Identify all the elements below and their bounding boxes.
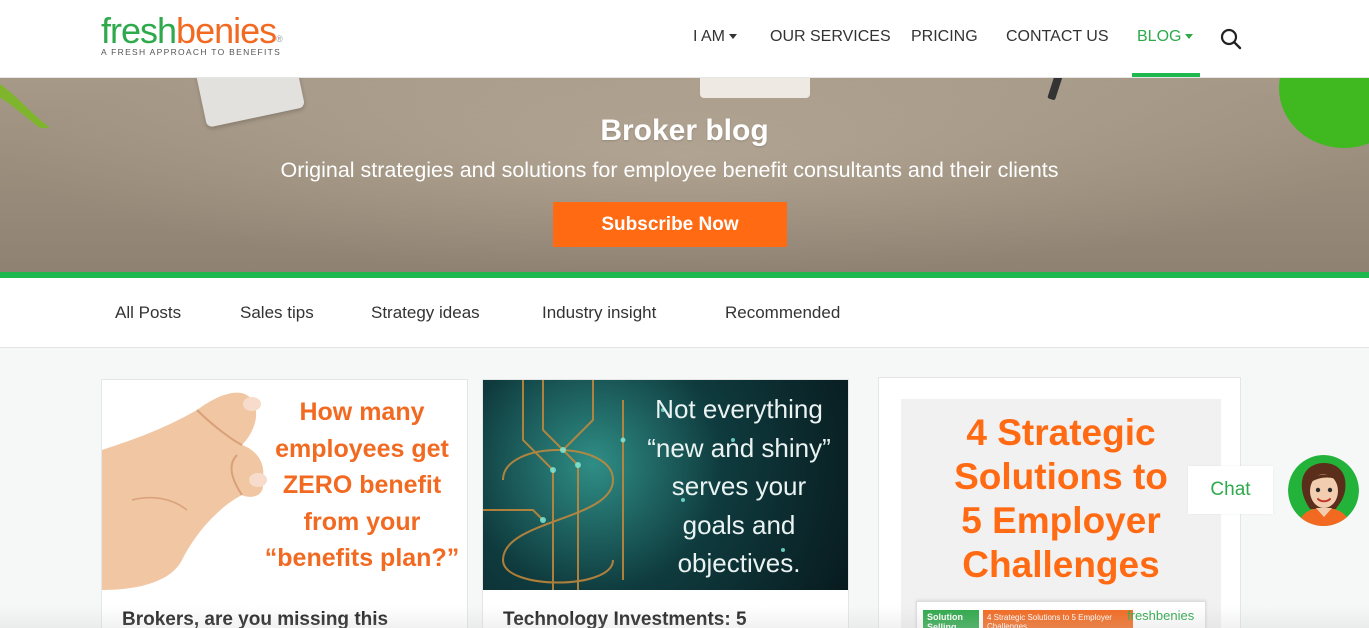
- tab-industry-insight[interactable]: Industry insight: [542, 303, 656, 323]
- ebook-cover-preview: Solution Selling 4 Strategic Solutions t…: [916, 601, 1206, 628]
- thumbnail-headline: How many employees get ZERO benefit from…: [264, 398, 460, 572]
- chat-agent-avatar[interactable]: [1288, 455, 1359, 526]
- post-thumbnail[interactable]: How many employees get ZERO benefit from…: [102, 380, 467, 590]
- post-card[interactable]: How many employees get ZERO benefit from…: [101, 379, 468, 628]
- nav-blog[interactable]: BLOG: [1137, 28, 1194, 46]
- tab-strategy-ideas[interactable]: Strategy ideas: [371, 303, 480, 323]
- nav-contact-us[interactable]: CONTACT US: [1006, 28, 1109, 46]
- post-title[interactable]: Brokers, are you missing this: [122, 609, 388, 628]
- hand-zero-gesture-image: [102, 392, 267, 590]
- notebook-decoration: [700, 78, 810, 98]
- logo-wordmark: freshbenies®: [101, 10, 283, 51]
- preview-logo: freshbenies: [1127, 608, 1195, 623]
- tab-sales-tips[interactable]: Sales tips: [240, 303, 314, 323]
- post-title[interactable]: Technology Investments: 5: [503, 609, 747, 628]
- promo-headline: 4 Strategic Solutions to 5 Employer Chal…: [954, 412, 1168, 585]
- post-card[interactable]: Not everything “new and shiny” serves yo…: [482, 379, 849, 628]
- hero-subtitle: Original strategies and solutions for em…: [280, 158, 1059, 182]
- caret-down-icon: [729, 34, 738, 40]
- hero-divider: [0, 272, 1369, 278]
- hero-title: Broker blog: [600, 114, 769, 147]
- logo-tagline: A FRESH APPROACH TO BENEFITS: [101, 47, 282, 57]
- preview-tag: Solution Selling: [923, 610, 979, 628]
- post-thumbnail[interactable]: Not everything “new and shiny” serves yo…: [483, 380, 848, 590]
- hero-banner: Broker blog Original strategies and solu…: [0, 78, 1369, 274]
- site-header: freshbenies® A FRESH APPROACH TO BENEFIT…: [0, 0, 1369, 78]
- caret-down-icon: [1185, 34, 1194, 40]
- promo-banner[interactable]: 4 Strategic Solutions to 5 Employer Chal…: [901, 399, 1221, 628]
- freshbenies-logo[interactable]: freshbenies® A FRESH APPROACH TO BENEFIT…: [101, 10, 283, 58]
- sidebar-promo-widget: 4 Strategic Solutions to 5 Employer Chal…: [878, 377, 1241, 628]
- nav-i-am[interactable]: I AM: [693, 28, 738, 46]
- nav-pricing[interactable]: PRICING: [911, 28, 978, 46]
- thumbnail-headline: Not everything “new and shiny” serves yo…: [647, 394, 831, 578]
- category-tabs: All Posts Sales tips Strategy ideas Indu…: [0, 278, 1369, 348]
- chat-button[interactable]: Chat: [1188, 466, 1273, 514]
- tab-all-posts[interactable]: All Posts: [115, 303, 181, 323]
- search-icon[interactable]: [1219, 27, 1243, 51]
- subscribe-button[interactable]: Subscribe Now: [553, 202, 787, 247]
- nav-active-indicator: [1132, 73, 1200, 77]
- preview-title: 4 Strategic Solutions to 5 Employer Chal…: [983, 610, 1133, 628]
- tab-recommended[interactable]: Recommended: [725, 303, 840, 323]
- nav-our-services[interactable]: OUR SERVICES: [770, 28, 891, 46]
